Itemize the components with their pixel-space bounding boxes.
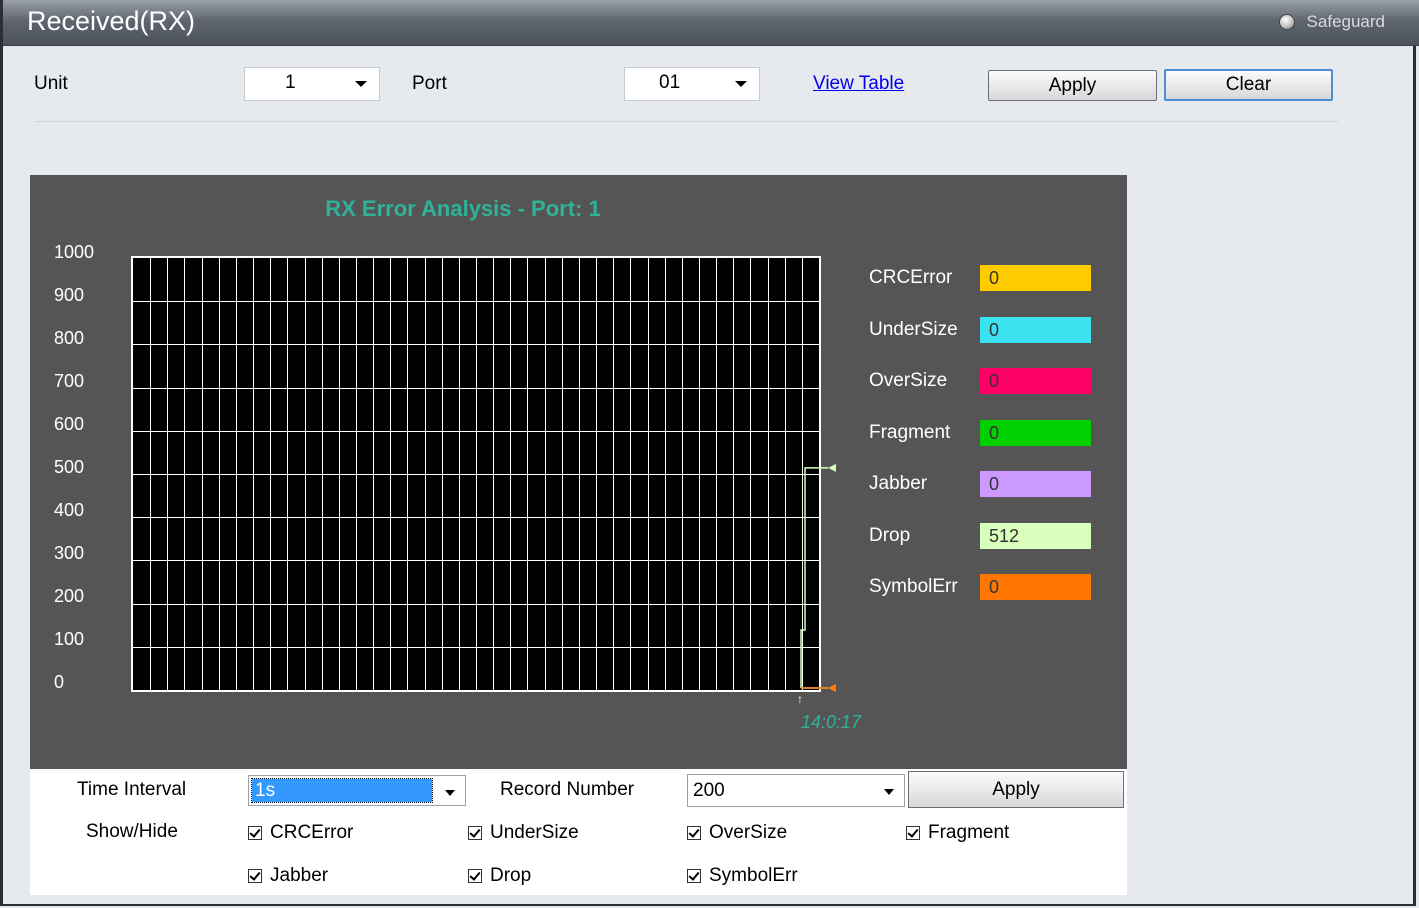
- clear-button[interactable]: Clear: [1164, 69, 1333, 101]
- legend-series-name: OverSize: [869, 370, 948, 391]
- checkbox-label: Drop: [490, 865, 532, 886]
- checkbox-label: Fragment: [928, 822, 1010, 843]
- chevron-down-icon: [445, 790, 455, 796]
- trace-layer: [800, 463, 836, 692]
- unit-select[interactable]: 1: [244, 67, 380, 101]
- chevron-down-icon: [355, 81, 367, 87]
- safeguard-label: Safeguard: [1306, 12, 1385, 31]
- legend-series-name: Jabber: [869, 473, 928, 494]
- checkbox-label: Jabber: [270, 865, 329, 886]
- arrow-up-icon: ↑: [797, 692, 803, 706]
- time-interval-select[interactable]: 1s: [248, 775, 466, 806]
- legend-series-name: CRCError: [869, 267, 953, 288]
- legend-series-value: 0: [980, 265, 1091, 291]
- series-marker-symbolerr: [828, 684, 836, 692]
- window-frame: Received(RX) Safeguard Unit 1 Port 01 Vi…: [0, 0, 1419, 906]
- legend-series-name: UnderSize: [869, 318, 958, 340]
- x-tick-timestamp: 14:0:17: [801, 712, 862, 732]
- unit-label: Unit: [34, 73, 68, 94]
- series-marker-drop: [828, 463, 836, 472]
- port-label: Port: [412, 73, 447, 94]
- checkbox-drop[interactable]: Drop: [468, 865, 531, 887]
- legend-series-value: 0: [980, 471, 1091, 497]
- port-select-value: 01: [659, 72, 681, 93]
- divider: [34, 121, 1338, 122]
- chevron-down-icon: [884, 789, 894, 795]
- checkbox-jabber[interactable]: Jabber: [248, 865, 328, 887]
- legend-series-name: Drop: [869, 524, 911, 546]
- checkbox-label: SymbolErr: [709, 865, 798, 886]
- time-interval-value: 1s: [251, 778, 433, 803]
- legend-series-value: 512: [980, 522, 1091, 549]
- checkbox-check-icon: [906, 826, 920, 840]
- safeguard-icon: [1278, 14, 1295, 30]
- chart-panel: RX Error Analysis - Port: 1 1000 900 800 70…: [30, 175, 1127, 769]
- checkbox-symbolerr[interactable]: SymbolErr: [687, 865, 798, 887]
- legend-series-value: 0: [980, 368, 1091, 394]
- time-interval-label: Time Interval: [77, 779, 187, 800]
- checkbox-fragment[interactable]: Fragment: [906, 822, 1009, 844]
- chart-apply-button[interactable]: Apply: [908, 771, 1124, 808]
- checkbox-crcerror[interactable]: CRCError: [248, 822, 353, 844]
- checkbox-check-icon: [687, 826, 701, 840]
- checkbox-undersize[interactable]: UnderSize: [468, 822, 579, 844]
- window-title: Received(RX): [27, 6, 196, 36]
- show-hide-label: Show/Hide: [86, 821, 178, 842]
- record-number-value: 200: [693, 780, 725, 801]
- checkbox-check-icon: [468, 869, 482, 883]
- port-select[interactable]: 01: [624, 67, 760, 101]
- checkbox-check-icon: [248, 826, 262, 840]
- apply-button[interactable]: Apply: [988, 70, 1157, 101]
- checkbox-oversize[interactable]: OverSize: [687, 822, 787, 844]
- legend-series-value: 0: [980, 574, 1091, 600]
- record-number-label: Record Number: [500, 779, 635, 800]
- legend-series-name: SymbolErr: [869, 576, 958, 597]
- safeguard-indicator: Safeguard: [1278, 12, 1385, 32]
- chevron-down-icon: [735, 81, 747, 87]
- checkbox-check-icon: [468, 826, 482, 840]
- legend-series-name: Fragment: [869, 421, 951, 443]
- checkbox-label: CRCError: [270, 822, 354, 843]
- checkbox-check-icon: [687, 869, 701, 883]
- checkbox-label: OverSize: [709, 822, 788, 843]
- unit-select-value: 1: [285, 72, 296, 93]
- checkbox-label: UnderSize: [490, 822, 579, 843]
- record-number-select[interactable]: 200: [687, 774, 905, 807]
- legend-series-value: 0: [980, 419, 1091, 446]
- title-bar: Received(RX) Safeguard: [3, 0, 1419, 46]
- chart-controls: Time Interval 1s Record Number 200 Apply…: [30, 769, 1127, 895]
- series-line-drop: [800, 467, 828, 688]
- legend-series-value: 0: [980, 316, 1091, 343]
- view-table-link[interactable]: View Table: [813, 73, 904, 95]
- checkbox-check-icon: [248, 869, 262, 883]
